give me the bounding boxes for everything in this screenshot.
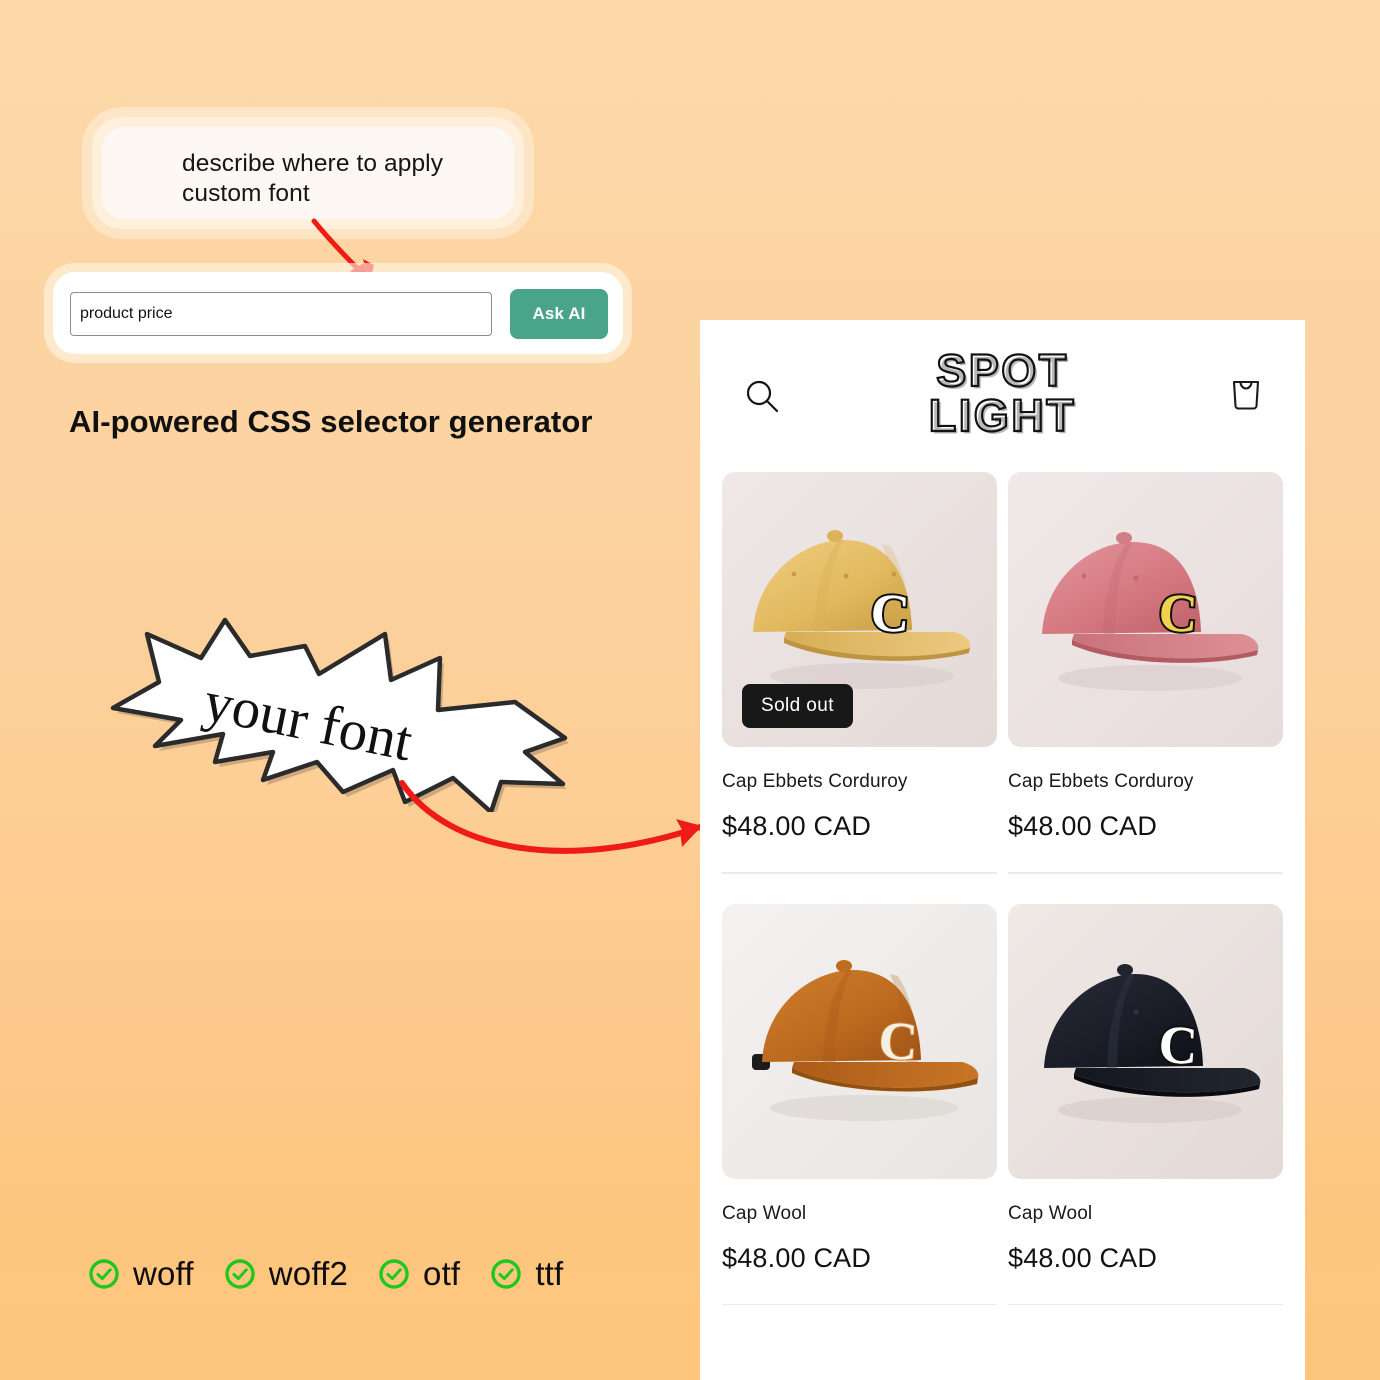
store-logo-line2: LIGHT <box>928 390 1077 441</box>
format-label: otf <box>423 1255 461 1292</box>
product-title: Cap Ebbets Corduroy <box>722 771 908 792</box>
product-card[interactable]: C Sold out Cap Ebbets Corduroy $48.00 CA… <box>722 472 997 904</box>
format-item: woff2 <box>224 1255 348 1293</box>
shopping-bag-icon[interactable] <box>1227 373 1265 415</box>
product-card[interactable]: C Cap Ebbets Corduroy $48.00 CAD <box>1008 472 1283 904</box>
ask-ai-button[interactable]: Ask AI <box>510 289 608 339</box>
product-price: $48.00 CAD <box>1008 811 1158 841</box>
product-image[interactable]: C <box>1008 472 1283 747</box>
arrow-starburst-to-price-icon <box>399 780 703 854</box>
product-price: $48.00 CAD <box>722 811 872 841</box>
product-image[interactable]: C Sold out <box>722 472 997 747</box>
check-circle-icon <box>89 1259 119 1289</box>
left-marketing-panel: describe where to apply custom font Ask … <box>0 0 703 1380</box>
supported-formats-list: woff woff2 otf ttf <box>88 1255 563 1293</box>
cap-pink-illustration: C <box>1008 472 1283 747</box>
format-item: ttf <box>490 1255 563 1293</box>
format-label: woff <box>133 1255 194 1292</box>
sold-out-badge: Sold out <box>742 684 853 728</box>
cap-brown-illustration: C <box>722 903 997 1179</box>
tooltip-card: describe where to apply custom font <box>102 127 514 219</box>
cap-black-illustration: C <box>1008 903 1283 1179</box>
store-logo: SPOT LIGHT <box>700 345 1305 441</box>
svg-text:C: C <box>869 582 911 644</box>
product-grid: C Sold out Cap Ebbets Corduroy $48.00 CA… <box>700 472 1305 1335</box>
product-image[interactable]: C <box>722 903 997 1179</box>
storefront-preview: SPOT LIGHT C Sold out Cap Ebbets Corduro… <box>700 320 1305 1380</box>
svg-text:C: C <box>1157 1014 1199 1076</box>
svg-text:C: C <box>1157 582 1199 644</box>
tooltip-text: describe where to apply custom font <box>182 150 444 207</box>
product-image[interactable]: C <box>1008 903 1283 1179</box>
check-circle-icon <box>225 1259 255 1289</box>
card-divider <box>1008 872 1283 874</box>
format-item: woff <box>88 1255 194 1293</box>
card-divider <box>722 872 997 874</box>
product-title: Cap Wool <box>722 1202 807 1224</box>
selector-search-bar: Ask AI <box>53 272 623 354</box>
format-item: otf <box>378 1255 460 1293</box>
feature-caption: AI-powered CSS selector generator <box>69 404 593 439</box>
store-header: SPOT LIGHT <box>700 320 1305 472</box>
product-price: $48.00 CAD <box>722 1242 872 1273</box>
format-label: ttf <box>535 1255 564 1292</box>
selector-input[interactable] <box>70 292 492 336</box>
product-title: Cap Ebbets Corduroy <box>1008 771 1194 792</box>
svg-text:C: C <box>877 1010 919 1072</box>
card-divider <box>722 1303 997 1305</box>
check-circle-icon <box>491 1259 522 1289</box>
format-label: woff2 <box>268 1255 349 1292</box>
product-card[interactable]: C Cap Wool $48.00 CAD <box>1008 903 1283 1336</box>
tooltip-bubble: describe where to apply custom font <box>92 117 524 229</box>
product-price: $48.00 CAD <box>1008 1242 1158 1273</box>
product-title: Cap Wool <box>1008 1202 1093 1224</box>
product-card[interactable]: C Cap Wool $48.00 CAD <box>722 903 997 1336</box>
store-logo-line1: SPOT <box>935 345 1069 396</box>
card-divider <box>1008 1303 1283 1305</box>
check-circle-icon <box>379 1259 409 1289</box>
